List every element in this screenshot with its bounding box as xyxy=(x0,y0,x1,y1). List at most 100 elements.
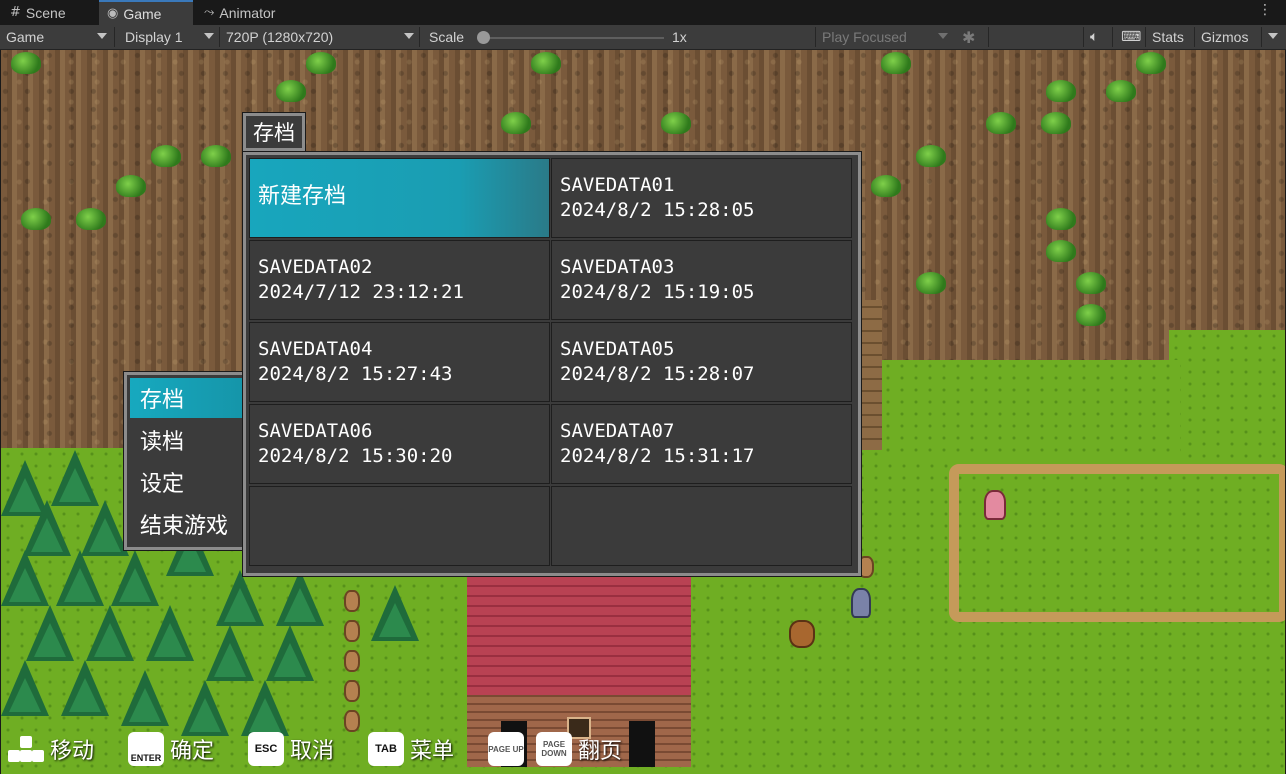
save-slot-new[interactable]: 新建存档 xyxy=(249,158,550,238)
menu-item-save[interactable]: 存档 xyxy=(130,378,250,418)
tab-animator[interactable]: ⤳ Animator xyxy=(196,0,283,25)
save-slot[interactable]: SAVEDATA07 2024/8/2 15:31:17 xyxy=(551,404,852,484)
pine-tree xyxy=(56,550,104,606)
grass-terrain xyxy=(1169,330,1285,460)
hint-move: 移动 xyxy=(8,732,94,766)
grid-icon: # xyxy=(10,5,21,20)
pine-tree xyxy=(1,660,49,716)
dirt-path xyxy=(949,464,1285,622)
stats-button[interactable]: Stats xyxy=(1152,25,1184,49)
pine-tree xyxy=(371,585,419,641)
save-slot[interactable]: SAVEDATA04 2024/8/2 15:27:43 xyxy=(249,322,550,402)
audio-mute-icon[interactable]: 🔈︎ xyxy=(1090,25,1098,49)
scale-slider-handle[interactable] xyxy=(477,31,490,44)
display-dropdown[interactable]: Display 1 xyxy=(125,25,183,49)
save-slot[interactable]: SAVEDATA01 2024/8/2 15:28:05 xyxy=(551,158,852,238)
gizmos-button[interactable]: Gizmos xyxy=(1201,25,1248,49)
tab-key-icon: TAB xyxy=(368,732,404,766)
save-slot[interactable]: SAVEDATA03 2024/8/2 15:19:05 xyxy=(551,240,852,320)
main-menu-panel: 存档 读档 设定 结束游戏 xyxy=(124,372,256,550)
chevron-down-icon[interactable] xyxy=(1268,33,1278,39)
tab-game[interactable]: ◉ Game xyxy=(99,0,193,25)
game-viewport[interactable]: 存档 读档 设定 结束游戏 新建存档 SAVEDATA01 2024/8/2 1… xyxy=(1,50,1285,774)
bush xyxy=(1076,272,1106,294)
toolbar-divider xyxy=(219,27,220,47)
pine-tree xyxy=(23,500,71,556)
animator-icon: ⤳ xyxy=(204,5,215,20)
hint-menu: TAB 菜单 xyxy=(368,732,454,766)
bush xyxy=(11,52,41,74)
bush xyxy=(531,52,561,74)
save-slot-empty[interactable] xyxy=(551,486,852,566)
chevron-down-icon xyxy=(938,33,948,39)
tree-stump xyxy=(344,710,360,732)
pine-tree xyxy=(26,605,74,661)
bush xyxy=(1046,240,1076,262)
house-roof xyxy=(467,577,691,695)
hint-cancel: ESC 取消 xyxy=(248,732,334,766)
page-down-key-icon: PAGE DOWN xyxy=(536,732,572,766)
bush xyxy=(151,145,181,167)
esc-key-icon: ESC xyxy=(248,732,284,766)
player-sprite xyxy=(851,588,871,618)
pine-tree xyxy=(266,625,314,681)
pine-tree xyxy=(61,660,109,716)
chevron-down-icon xyxy=(204,33,214,39)
save-slot[interactable]: SAVEDATA06 2024/8/2 15:30:20 xyxy=(249,404,550,484)
grass-terrain xyxy=(881,360,1181,460)
toolbar-divider xyxy=(1194,27,1195,47)
bush xyxy=(1046,80,1076,102)
bush xyxy=(881,52,911,74)
pine-tree xyxy=(216,570,264,626)
chevron-down-icon xyxy=(97,33,107,39)
save-slot-empty[interactable] xyxy=(249,486,550,566)
resolution-dropdown[interactable]: 720P (1280x720) xyxy=(226,25,333,49)
house-door[interactable] xyxy=(629,721,655,767)
menu-item-load[interactable]: 读档 xyxy=(130,420,250,460)
kebab-menu-icon[interactable]: ⋮ xyxy=(1258,2,1272,18)
save-slot-list: 新建存档 SAVEDATA01 2024/8/2 15:28:05 SAVEDA… xyxy=(243,152,861,576)
keyboard-shortcuts-icon[interactable]: ⌨ xyxy=(1121,25,1141,49)
bush xyxy=(501,112,531,134)
bush xyxy=(76,208,106,230)
bush xyxy=(1046,208,1076,230)
view-mode-dropdown[interactable]: Game xyxy=(6,25,44,49)
menu-item-settings[interactable]: 设定 xyxy=(130,462,250,502)
npc-girl-sprite[interactable] xyxy=(984,490,1006,520)
tree-stump xyxy=(344,590,360,612)
game-view-toolbar: Game Display 1 720P (1280x720) Scale 1x … xyxy=(0,25,1286,50)
scale-slider[interactable] xyxy=(484,37,664,39)
tree-stump xyxy=(344,650,360,672)
scale-value: 1x xyxy=(672,29,687,45)
save-window-title: 存档 xyxy=(243,113,305,151)
bush xyxy=(1041,112,1071,134)
bush xyxy=(201,145,231,167)
toolbar-divider xyxy=(815,27,816,47)
editor-tab-bar: # Scene ◉ Game ⤳ Animator ⋮ xyxy=(0,0,1286,25)
save-slot[interactable]: SAVEDATA02 2024/7/12 23:12:21 xyxy=(249,240,550,320)
hint-page: PAGE DOWN 翻页 xyxy=(536,732,622,766)
menu-item-quit[interactable]: 结束游戏 xyxy=(130,504,250,544)
bush xyxy=(871,175,901,197)
play-mode-dropdown[interactable]: Play Focused xyxy=(822,25,907,49)
toolbar-divider xyxy=(419,27,420,47)
pine-tree xyxy=(241,680,289,736)
toolbar-divider xyxy=(1083,27,1084,47)
toolbar-divider xyxy=(114,27,115,47)
pine-tree xyxy=(121,670,169,726)
gamepad-icon: ◉ xyxy=(107,6,119,21)
bush xyxy=(1076,304,1106,326)
bush xyxy=(116,175,146,197)
save-slot[interactable]: SAVEDATA05 2024/8/2 15:28:07 xyxy=(551,322,852,402)
page-up-key-icon: PAGE UP xyxy=(488,732,524,766)
tab-scene[interactable]: # Scene xyxy=(2,0,74,25)
bug-icon[interactable]: ✱ xyxy=(962,25,975,49)
bush xyxy=(1136,52,1166,74)
bush xyxy=(1106,80,1136,102)
barrel-prop[interactable] xyxy=(789,620,815,648)
bush xyxy=(276,80,306,102)
toolbar-divider xyxy=(1145,27,1146,47)
bush xyxy=(306,52,336,74)
pine-tree xyxy=(206,625,254,681)
toolbar-divider xyxy=(988,27,989,47)
